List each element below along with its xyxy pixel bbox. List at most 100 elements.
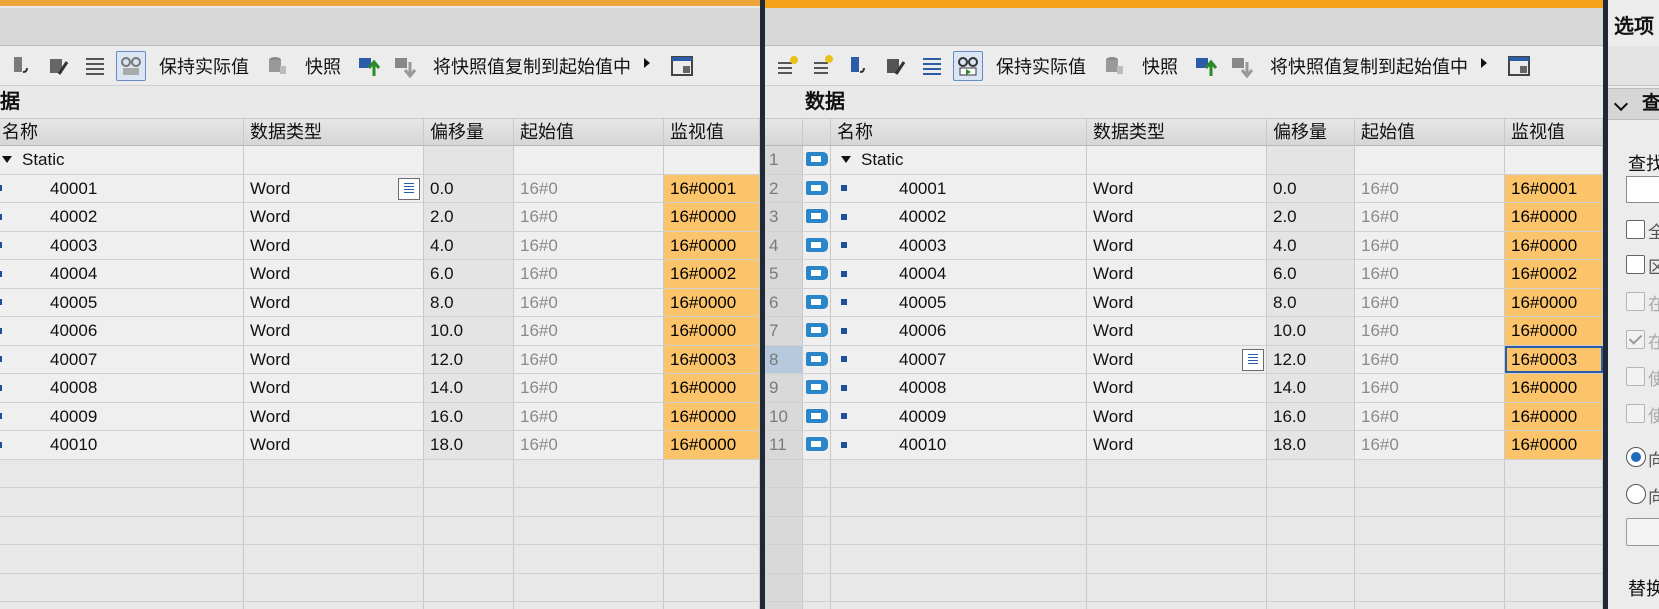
option-checkbox-4[interactable] — [1626, 330, 1645, 349]
empty-row[interactable] — [765, 573, 1603, 602]
row-number[interactable]: 4 — [765, 231, 803, 259]
empty-row[interactable] — [765, 602, 1603, 609]
collapse-arrow-icon-right[interactable] — [841, 156, 851, 164]
start-value-cell[interactable]: 16#0 — [514, 203, 664, 231]
keep-actual-values-button[interactable]: 保持实际值 — [149, 53, 259, 79]
monitor-all-icon[interactable] — [8, 51, 38, 81]
table-row[interactable]: 40009 Word 16.0 16#0 16#0000 — [0, 402, 760, 431]
table-row[interactable]: 11 40010 Word 18.0 16#0 16#0000 — [765, 431, 1603, 460]
find-button[interactable] — [1626, 518, 1659, 546]
start-value-cell[interactable]: 16#0 — [514, 231, 664, 259]
empty-row[interactable] — [0, 488, 760, 517]
table-row[interactable]: 5 40004 Word 6.0 16#0 16#0002 — [765, 260, 1603, 289]
table-row[interactable]: 40003 Word 4.0 16#0 16#0000 — [0, 231, 760, 260]
option-checkbox-3[interactable] — [1626, 292, 1645, 311]
start-value-cell[interactable]: 16#0 — [514, 174, 664, 202]
type-cell[interactable]: Word — [244, 174, 424, 202]
start-value-cell[interactable]: 16#0 — [514, 374, 664, 402]
type-cell[interactable]: Word — [244, 231, 424, 259]
snapshot-db-icon[interactable] — [262, 51, 292, 81]
layout-toggle-icon-right[interactable] — [1504, 51, 1534, 81]
empty-row[interactable] — [0, 459, 760, 488]
list-view-icon[interactable] — [80, 51, 110, 81]
start-value-cell[interactable]: 16#0 — [514, 345, 664, 373]
table-row[interactable]: 8 40007 Word 12.0 16#0 16#0003 — [765, 345, 1603, 374]
toolbar-overflow-icon-right[interactable] — [1478, 56, 1492, 76]
type-cell[interactable]: Word — [244, 288, 424, 316]
type-cell[interactable]: Word — [1087, 203, 1267, 231]
type-cell[interactable]: Word — [1087, 231, 1267, 259]
type-cell[interactable]: Word — [1087, 260, 1267, 288]
type-cell[interactable]: Word — [1087, 345, 1267, 373]
start-value-cell[interactable]: 16#0 — [514, 260, 664, 288]
type-cell[interactable]: Word — [244, 374, 424, 402]
find-input[interactable] — [1626, 176, 1659, 203]
table-row[interactable]: 40008 Word 14.0 16#0 16#0000 — [0, 374, 760, 403]
monitor-all-icon-right[interactable] — [845, 51, 875, 81]
copy-snapshot-icon-right[interactable] — [1227, 51, 1257, 81]
header-name-right[interactable]: 名称 — [831, 119, 1087, 145]
copy-snapshot-icon[interactable] — [390, 51, 420, 81]
add-row-icon[interactable] — [809, 51, 839, 81]
table-row[interactable]: 10 40009 Word 16.0 16#0 16#0000 — [765, 402, 1603, 431]
start-value-cell[interactable]: 16#0 — [1355, 317, 1505, 345]
type-cell[interactable]: Word — [244, 345, 424, 373]
collapse-arrow-icon[interactable] — [2, 156, 12, 164]
type-cell[interactable]: Word — [1087, 402, 1267, 430]
start-value-cell[interactable]: 16#0 — [1355, 174, 1505, 202]
option-checkbox-6[interactable] — [1626, 404, 1645, 423]
load-snapshot-icon-right[interactable] — [1191, 51, 1221, 81]
type-cell[interactable]: Word — [244, 260, 424, 288]
table-row[interactable]: 6 40005 Word 8.0 16#0 16#0000 — [765, 288, 1603, 317]
direction-radio-2[interactable] — [1626, 484, 1646, 504]
option-checkbox-2[interactable] — [1626, 255, 1645, 274]
modify-value-icon-right[interactable] — [881, 51, 911, 81]
table-row[interactable]: 40001 Word 0.0 16#0 16#0001 — [0, 174, 760, 203]
snapshot-db-icon-right[interactable] — [1099, 51, 1129, 81]
empty-row[interactable] — [765, 516, 1603, 545]
toolbar-overflow-icon[interactable] — [641, 56, 655, 76]
insert-row-icon[interactable] — [773, 51, 803, 81]
snapshot-button-right[interactable]: 快照 — [1132, 53, 1188, 79]
empty-row[interactable] — [0, 516, 760, 545]
row-number[interactable]: 2 — [765, 174, 803, 202]
type-picker-icon[interactable] — [398, 177, 420, 200]
table-row[interactable]: 40005 Word 8.0 16#0 16#0000 — [0, 288, 760, 317]
table-row[interactable]: 7 40006 Word 10.0 16#0 16#0000 — [765, 317, 1603, 346]
row-number[interactable]: 7 — [765, 317, 803, 345]
table-row[interactable]: 9 40008 Word 14.0 16#0 16#0000 — [765, 374, 1603, 403]
start-value-cell[interactable]: 16#0 — [1355, 374, 1505, 402]
table-row[interactable]: 40007 Word 12.0 16#0 16#0003 — [0, 345, 760, 374]
table-row[interactable]: 40006 Word 10.0 16#0 16#0000 — [0, 317, 760, 346]
start-value-cell[interactable]: 16#0 — [514, 288, 664, 316]
header-offset-right[interactable]: 偏移量 — [1267, 119, 1355, 145]
row-number[interactable]: 3 — [765, 203, 803, 231]
keep-actual-values-button-right[interactable]: 保持实际值 — [986, 53, 1096, 79]
empty-row[interactable] — [0, 573, 760, 602]
header-start-right[interactable]: 起始值 — [1355, 119, 1505, 145]
type-cell[interactable]: Word — [244, 402, 424, 430]
type-cell[interactable]: Word — [1087, 288, 1267, 316]
monitor-glasses-icon-right[interactable] — [953, 50, 983, 81]
table-row[interactable]: 2 40001 Word 0.0 16#0 16#0001 — [765, 174, 1603, 203]
type-picker-icon[interactable] — [1242, 348, 1264, 371]
start-value-cell[interactable]: 16#0 — [1355, 431, 1505, 459]
empty-row[interactable] — [765, 459, 1603, 488]
direction-radio-1[interactable] — [1626, 447, 1646, 467]
empty-row[interactable] — [0, 602, 760, 609]
option-checkbox-1[interactable] — [1626, 220, 1645, 239]
list-view-icon-right[interactable] — [917, 51, 947, 81]
row-number[interactable]: 1 — [765, 146, 803, 174]
start-value-cell[interactable]: 16#0 — [514, 402, 664, 430]
table-row[interactable]: 3 40002 Word 2.0 16#0 16#0000 — [765, 203, 1603, 232]
start-value-cell[interactable]: 16#0 — [1355, 203, 1505, 231]
table-row[interactable]: 40010 Word 18.0 16#0 16#0000 — [0, 431, 760, 460]
start-value-cell[interactable]: 16#0 — [1355, 288, 1505, 316]
row-number[interactable]: 9 — [765, 374, 803, 402]
start-value-cell[interactable]: 16#0 — [514, 431, 664, 459]
row-number[interactable]: 6 — [765, 288, 803, 316]
layout-toggle-icon[interactable] — [667, 51, 697, 81]
row-number[interactable]: 10 — [765, 402, 803, 430]
copy-snapshot-to-start-button[interactable]: 将快照值复制到起始值中 — [423, 53, 641, 79]
monitor-glasses-icon[interactable] — [116, 50, 146, 81]
